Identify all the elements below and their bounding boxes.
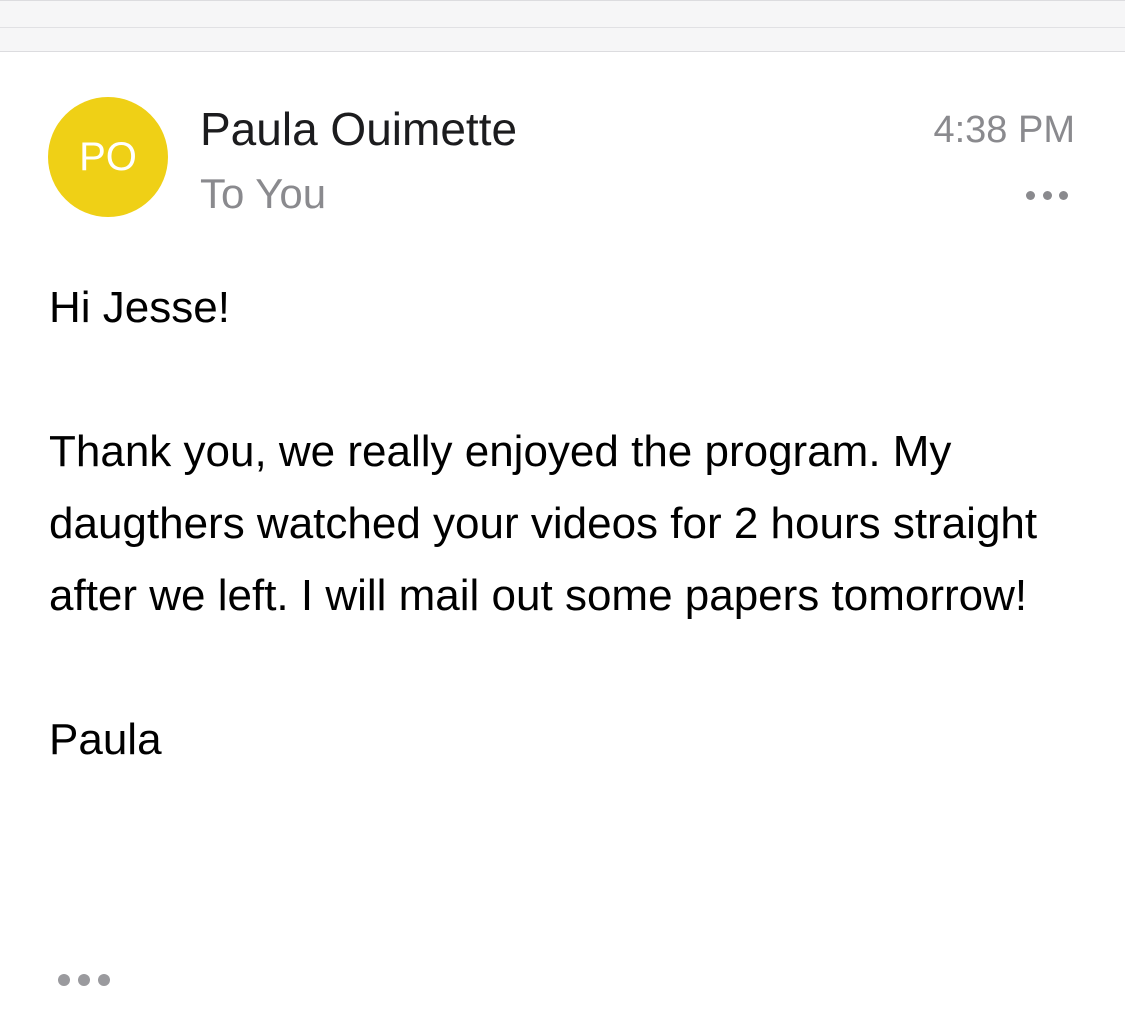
message-time: 4:38 PM — [933, 109, 1075, 151]
email-greeting: Hi Jesse! — [49, 283, 230, 332]
more-dot — [1042, 190, 1052, 200]
email-body: Hi Jesse! Thank you, we really enjoyed t… — [49, 272, 1069, 776]
show-trimmed-content-icon[interactable] — [58, 968, 110, 992]
top-separator-bar — [0, 0, 1125, 52]
email-message: PO Paula Ouimette To You 4:38 PM Hi Jess… — [0, 52, 1125, 1031]
email-signature: Paula — [49, 715, 162, 764]
more-dot — [98, 974, 110, 986]
more-dot — [1026, 190, 1035, 200]
more-dot — [58, 974, 70, 986]
more-dot — [78, 974, 90, 986]
avatar[interactable]: PO — [48, 97, 168, 217]
recipient-line[interactable]: To You — [200, 170, 326, 218]
separator-line — [0, 27, 1125, 28]
more-dot — [1059, 190, 1068, 200]
sender-name[interactable]: Paula Ouimette — [200, 102, 517, 156]
more-options-icon[interactable] — [1022, 177, 1072, 213]
email-paragraph: Thank you, we really enjoyed the program… — [49, 427, 1038, 620]
